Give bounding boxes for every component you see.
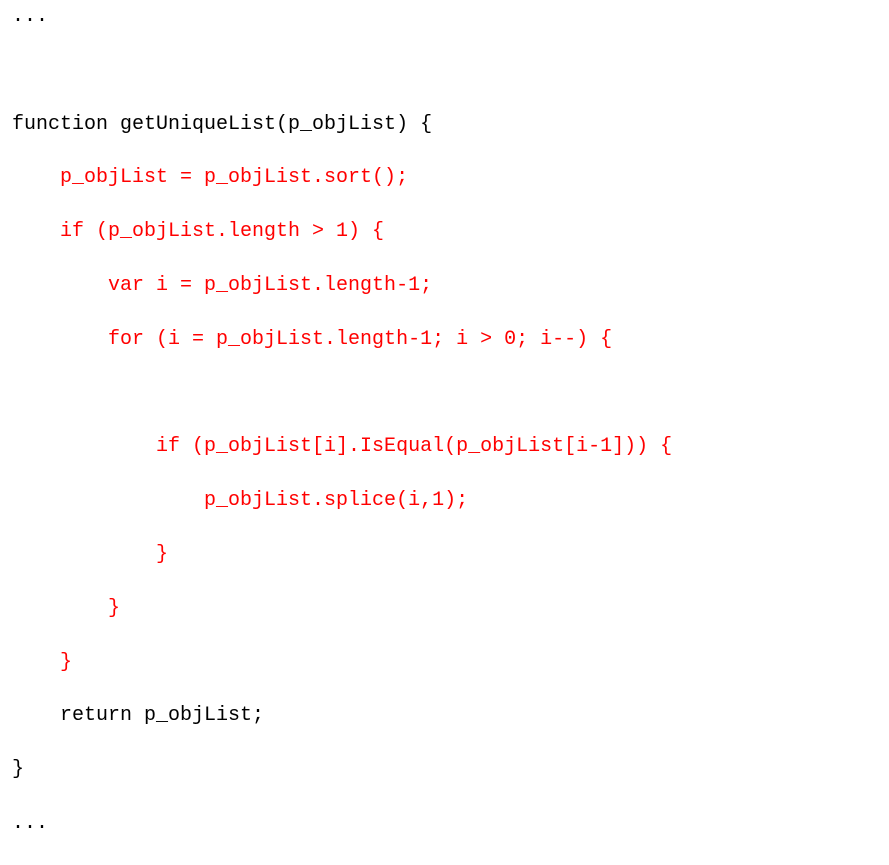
code-line-return: return p_objList; xyxy=(12,704,265,728)
code-snippet: ... ​ function getUniqueList(p_objList) … xyxy=(12,4,672,865)
code-line-blank: ​ xyxy=(12,381,672,408)
code-line-close-if-length: } xyxy=(12,650,73,674)
code-line-function-signature: function getUniqueList(p_objList) { xyxy=(12,112,433,136)
code-line-close-if-equal: } xyxy=(12,542,169,566)
code-line-sort: p_objList = p_objList.sort(); xyxy=(12,166,409,190)
code-line-blank: ​ xyxy=(12,58,672,85)
code-line-ellipsis-top: ... xyxy=(12,5,49,28)
code-line-ellipsis-bottom: ... xyxy=(12,811,49,835)
code-line-var-i: var i = p_objList.length-1; xyxy=(12,273,433,297)
code-line-splice: p_objList.splice(i,1); xyxy=(12,489,469,513)
code-line-close-for: } xyxy=(12,596,121,620)
code-line-for-loop: for (i = p_objList.length-1; i > 0; i--)… xyxy=(12,327,613,351)
code-line-close-function: } xyxy=(12,758,25,782)
code-line-if-length: if (p_objList.length > 1) { xyxy=(12,220,385,244)
code-line-if-equal: if (p_objList[i].IsEqual(p_objList[i-1])… xyxy=(12,435,673,459)
